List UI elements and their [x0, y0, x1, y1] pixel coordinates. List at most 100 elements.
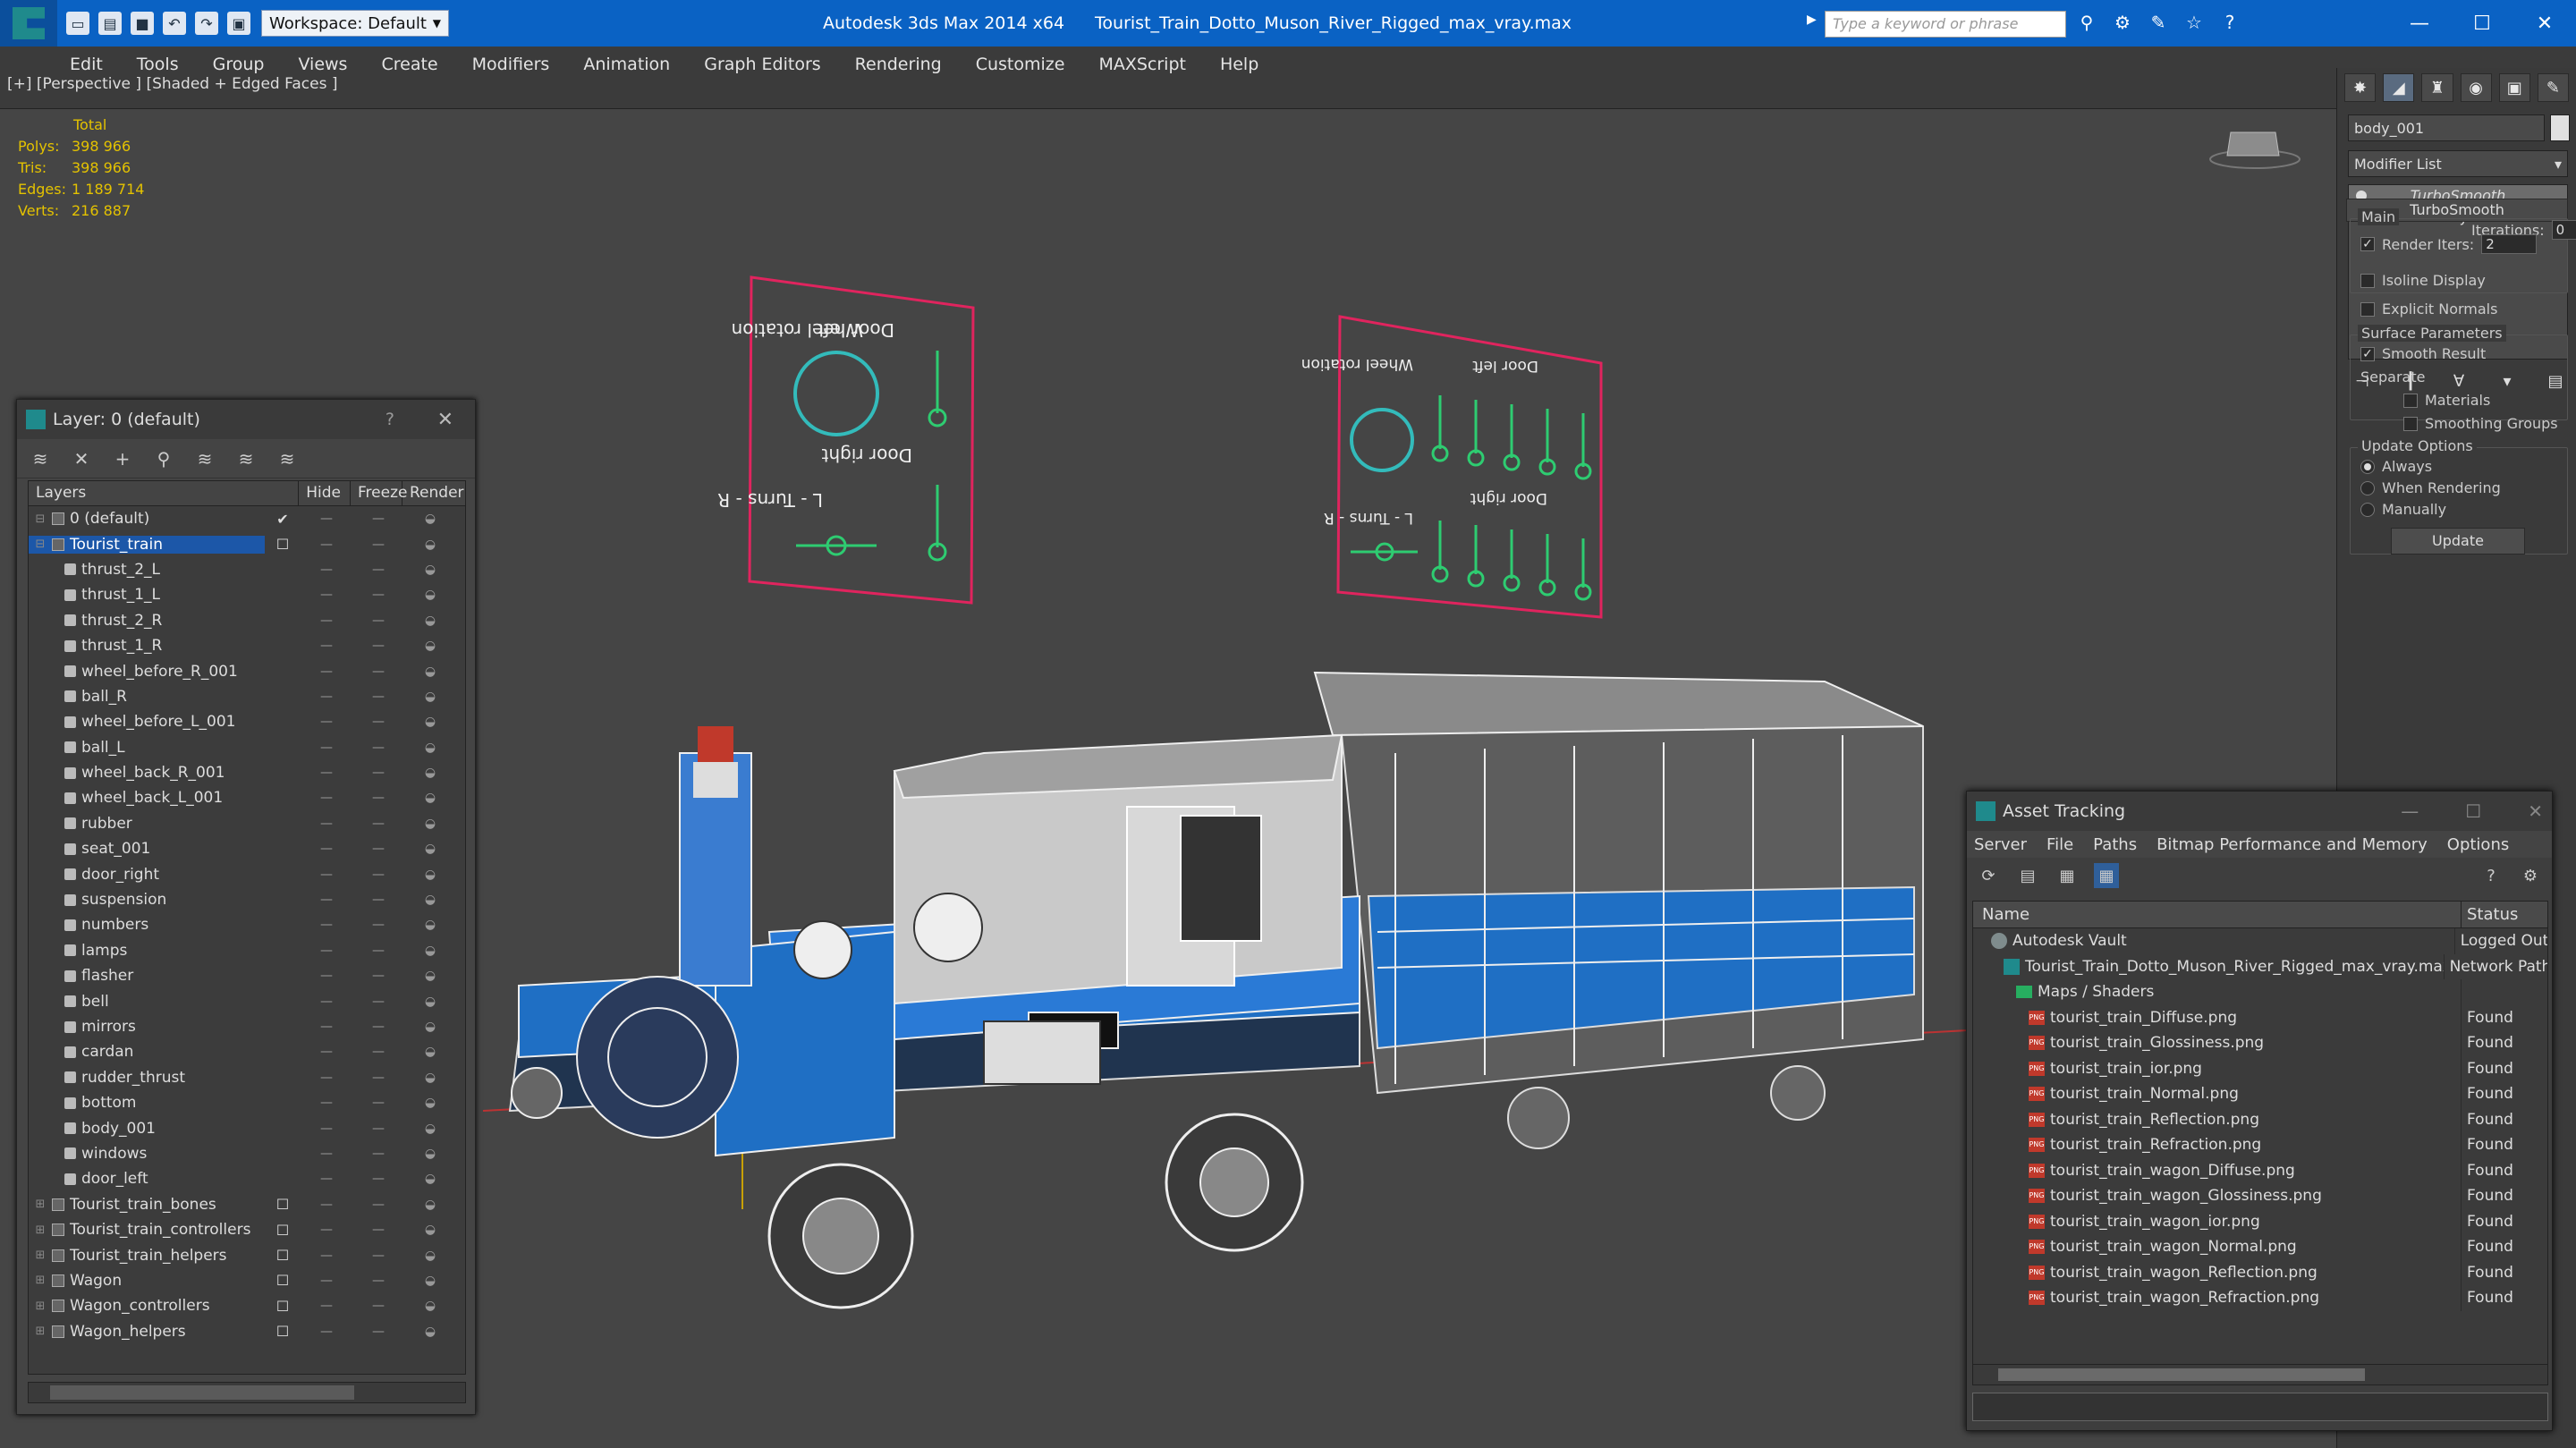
freeze-toggle-icon[interactable]: — — [352, 690, 404, 704]
row-name-cell[interactable]: ⊞ Tourist_train_helpers — [29, 1247, 265, 1265]
object-row[interactable]: body_001— — ◒ — [29, 1115, 465, 1140]
hide-toggle-icon[interactable]: — — [301, 563, 352, 577]
layer-row[interactable]: ⊞ Tourist_train_helpers ☐ — — ◒ — [29, 1242, 465, 1267]
render-toggle-icon[interactable]: ◒ — [404, 791, 456, 805]
freeze-toggle-icon[interactable]: — — [352, 1172, 404, 1186]
asset-row[interactable]: PNG tourist_train_Diffuse.png Found — [1973, 1004, 2547, 1030]
asset-name-cell[interactable]: PNG tourist_train_wagon_Reflection.png — [1973, 1259, 2462, 1285]
layer-row[interactable]: ⊞ Tourist_train_bones ☐ — — ◒ — [29, 1192, 465, 1217]
display-tab-icon[interactable]: ▣ — [2498, 73, 2530, 102]
asset-menu-options[interactable]: Options — [2447, 835, 2509, 854]
menu-tools[interactable]: Tools — [137, 55, 179, 74]
asset-row[interactable]: Autodesk Vault Logged Out — [1973, 928, 2547, 954]
hide-toggle-icon[interactable]: — — [301, 893, 352, 907]
render-toggle-icon[interactable]: ◒ — [404, 1274, 456, 1288]
row-name-cell[interactable]: body_001 — [29, 1120, 265, 1138]
object-row[interactable]: bell — — ◒ — [29, 988, 465, 1013]
asset-name-cell[interactable]: PNG tourist_train_wagon_Diffuse.png — [1973, 1157, 2462, 1183]
asset-name-cell[interactable]: PNG tourist_train_wagon_ior.png — [1973, 1208, 2462, 1234]
menu-customize[interactable]: Customize — [976, 55, 1065, 74]
iterations-spinner[interactable]: 0 — [2551, 220, 2576, 240]
asset-path-field[interactable] — [1972, 1393, 2548, 1421]
freeze-toggle-icon[interactable]: — — [352, 715, 404, 729]
row-name-cell[interactable]: wheel_back_L_001 — [29, 789, 265, 807]
asset-row[interactable]: PNG tourist_train_wagon_ior.png Found — [1973, 1208, 2547, 1234]
asset-name-cell[interactable]: PNG tourist_train_Diffuse.png — [1973, 1004, 2462, 1030]
row-name-cell[interactable]: thrust_2_L — [29, 561, 265, 579]
modifier-list-dropdown[interactable]: Modifier List ▾ — [2348, 150, 2568, 177]
asset-name-cell[interactable]: PNG tourist_train_ior.png — [1973, 1055, 2462, 1081]
menu-modifiers[interactable]: Modifiers — [472, 55, 550, 74]
menu-graph-editors[interactable]: Graph Editors — [704, 55, 820, 74]
render-toggle-icon[interactable]: ◒ — [404, 690, 456, 704]
scroll-thumb[interactable] — [1998, 1368, 2365, 1381]
hide-toggle-icon[interactable]: — — [301, 1071, 352, 1085]
create-tab-icon[interactable]: ✸ — [2344, 73, 2377, 102]
layer-row[interactable]: ⊟ 0 (default) ✔ — — ◒ — [29, 506, 465, 531]
freeze-toggle-icon[interactable]: — — [352, 614, 404, 628]
expand-icon[interactable]: ⊟ — [34, 512, 47, 526]
hide-toggle-icon[interactable]: — — [301, 1249, 352, 1263]
hide-toggle-icon[interactable]: — — [301, 1122, 352, 1136]
asset-menu-server[interactable]: Server — [1974, 835, 2027, 854]
update-button[interactable]: Update — [2391, 528, 2525, 555]
col-name[interactable]: Name — [1973, 902, 2462, 927]
render-toggle-icon[interactable]: ◒ — [404, 741, 456, 755]
render-toggle-icon[interactable]: ◒ — [404, 1045, 456, 1059]
object-row[interactable]: cardan — — ◒ — [29, 1039, 465, 1064]
hide-all-layers-icon[interactable]: ≋ — [235, 448, 257, 470]
table-view-icon[interactable]: ▦ — [2094, 863, 2119, 888]
freeze-toggle-icon[interactable]: — — [352, 1122, 404, 1136]
hide-toggle-icon[interactable]: — — [301, 791, 352, 805]
freeze-toggle-icon[interactable]: — — [352, 766, 404, 780]
asset-row[interactable]: Tourist_Train_Dotto_Muson_River_Rigged_m… — [1973, 953, 2547, 979]
object-row[interactable]: thrust_1_R — — ◒ — [29, 633, 465, 658]
row-name-cell[interactable]: suspension — [29, 891, 265, 909]
freeze-toggle-icon[interactable]: — — [352, 512, 404, 526]
object-row[interactable]: thrust_1_L — — ◒ — [29, 582, 465, 607]
hide-toggle-icon[interactable]: — — [301, 1147, 352, 1161]
col-freeze[interactable]: Freeze — [351, 481, 407, 505]
render-iters-checkbox[interactable]: ✓ — [2360, 237, 2375, 251]
asset-name-cell[interactable]: Autodesk Vault — [1973, 928, 2455, 954]
highlight-layer-icon[interactable]: ≋ — [194, 448, 216, 470]
row-name-cell[interactable]: bell — [29, 993, 265, 1011]
asset-row[interactable]: PNG tourist_train_wagon_Glossiness.png Fou… — [1973, 1183, 2547, 1209]
asset-menu-bitmap-performance-and-memory[interactable]: Bitmap Performance and Memory — [2157, 835, 2428, 854]
render-toggle-icon[interactable]: ◒ — [404, 665, 456, 679]
explicit-normals-checkbox[interactable] — [2360, 301, 2375, 317]
render-toggle-icon[interactable]: ◒ — [404, 868, 456, 882]
object-row[interactable]: door_left — — ◒ — [29, 1166, 465, 1191]
asset-row[interactable]: PNG tourist_train_wagon_Diffuse.png Found — [1973, 1157, 2547, 1183]
layer-row[interactable]: ⊞ Wagon ☐ — — ◒ — [29, 1268, 465, 1293]
freeze-toggle-icon[interactable]: — — [352, 1096, 404, 1110]
asset-row[interactable]: PNG tourist_train_wagon_Refraction.png Fou… — [1973, 1285, 2547, 1311]
asset-name-cell[interactable]: PNG tourist_train_Reflection.png — [1973, 1106, 2462, 1132]
object-name-field[interactable]: body_001 — [2348, 114, 2545, 141]
object-row[interactable]: wheel_before_R_001— — ◒ — [29, 658, 465, 683]
hide-toggle-icon[interactable]: — — [301, 588, 352, 602]
asset-name-cell[interactable]: PNG tourist_train_wagon_Normal.png — [1973, 1234, 2462, 1260]
hide-toggle-icon[interactable]: — — [301, 1045, 352, 1059]
menu-views[interactable]: Views — [298, 55, 347, 74]
render-toggle-icon[interactable]: ◒ — [404, 1223, 456, 1237]
minimize-icon[interactable]: — — [2388, 0, 2451, 47]
expand-icon[interactable]: ⊞ — [34, 1274, 47, 1287]
row-name-cell[interactable]: wheel_before_R_001 — [29, 663, 265, 681]
render-toggle-icon[interactable]: ◒ — [404, 918, 456, 932]
add-icon[interactable]: + — [112, 448, 133, 470]
asset-row[interactable]: PNG tourist_train_wagon_Normal.png Found — [1973, 1234, 2547, 1260]
row-name-cell[interactable]: ⊞ Wagon_controllers — [29, 1297, 265, 1315]
asset-row[interactable]: PNG tourist_train_Glossiness.png Found — [1973, 1030, 2547, 1056]
asset-name-cell[interactable]: PNG tourist_train_wagon_Refraction.png — [1973, 1285, 2462, 1311]
menu-animation[interactable]: Animation — [583, 55, 670, 74]
row-name-cell[interactable]: wheel_before_L_001 — [29, 713, 265, 731]
refresh-icon[interactable]: ⟳ — [1976, 863, 2001, 888]
col-status[interactable]: Status — [2462, 902, 2523, 927]
scroll-thumb[interactable] — [50, 1385, 354, 1400]
render-toggle-icon[interactable]: ◒ — [404, 944, 456, 958]
asset-row[interactable]: PNG tourist_train_Reflection.png Found — [1973, 1106, 2547, 1132]
current-layer-toggle[interactable]: ☐ — [265, 1298, 301, 1315]
freeze-toggle-icon[interactable]: — — [352, 842, 404, 856]
row-name-cell[interactable]: lamps — [29, 942, 265, 960]
